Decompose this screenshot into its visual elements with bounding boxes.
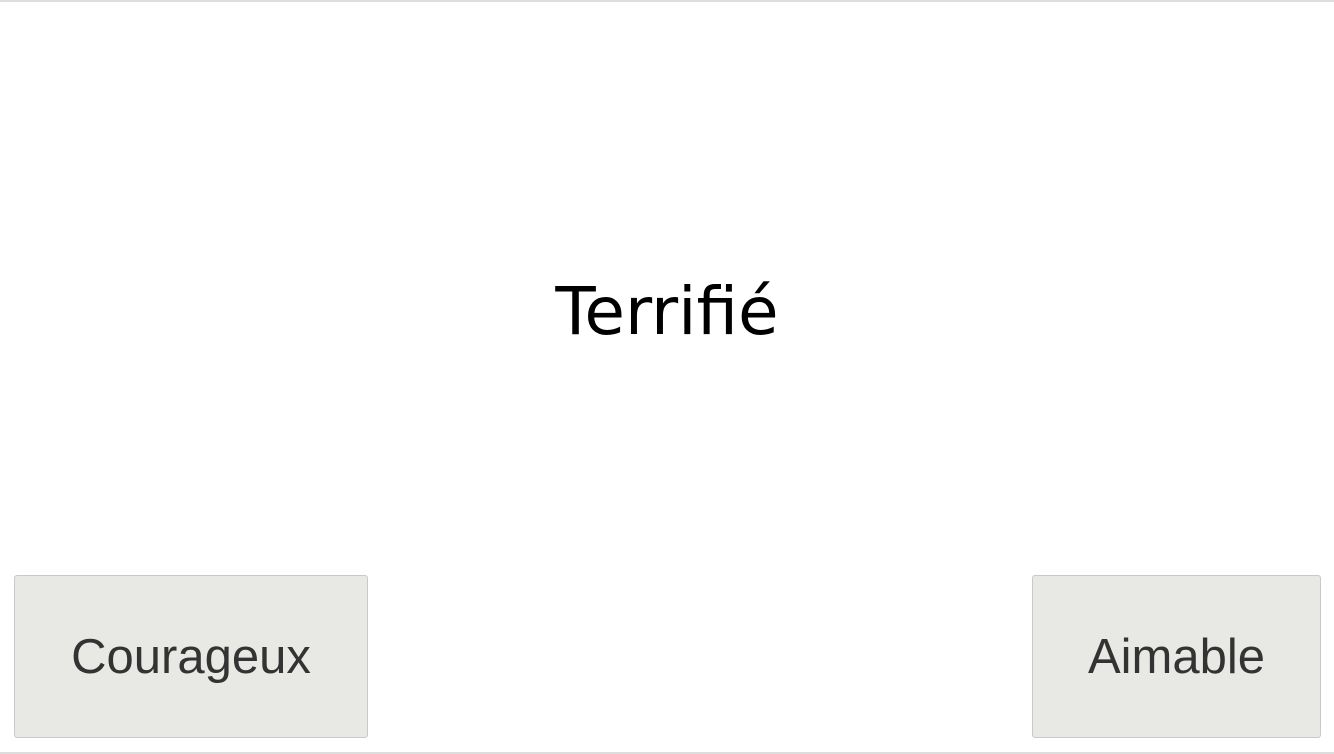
choice-left-label: Courageux: [71, 629, 311, 684]
choice-right-button[interactable]: Aimable: [1032, 575, 1321, 738]
top-divider: [0, 0, 1334, 2]
choice-left-button[interactable]: Courageux: [14, 575, 368, 738]
task-screen: Terrifié Courageux Aimable: [0, 0, 1334, 754]
stimulus-word: Terrifié: [555, 273, 779, 350]
choice-right-label: Aimable: [1087, 629, 1266, 684]
